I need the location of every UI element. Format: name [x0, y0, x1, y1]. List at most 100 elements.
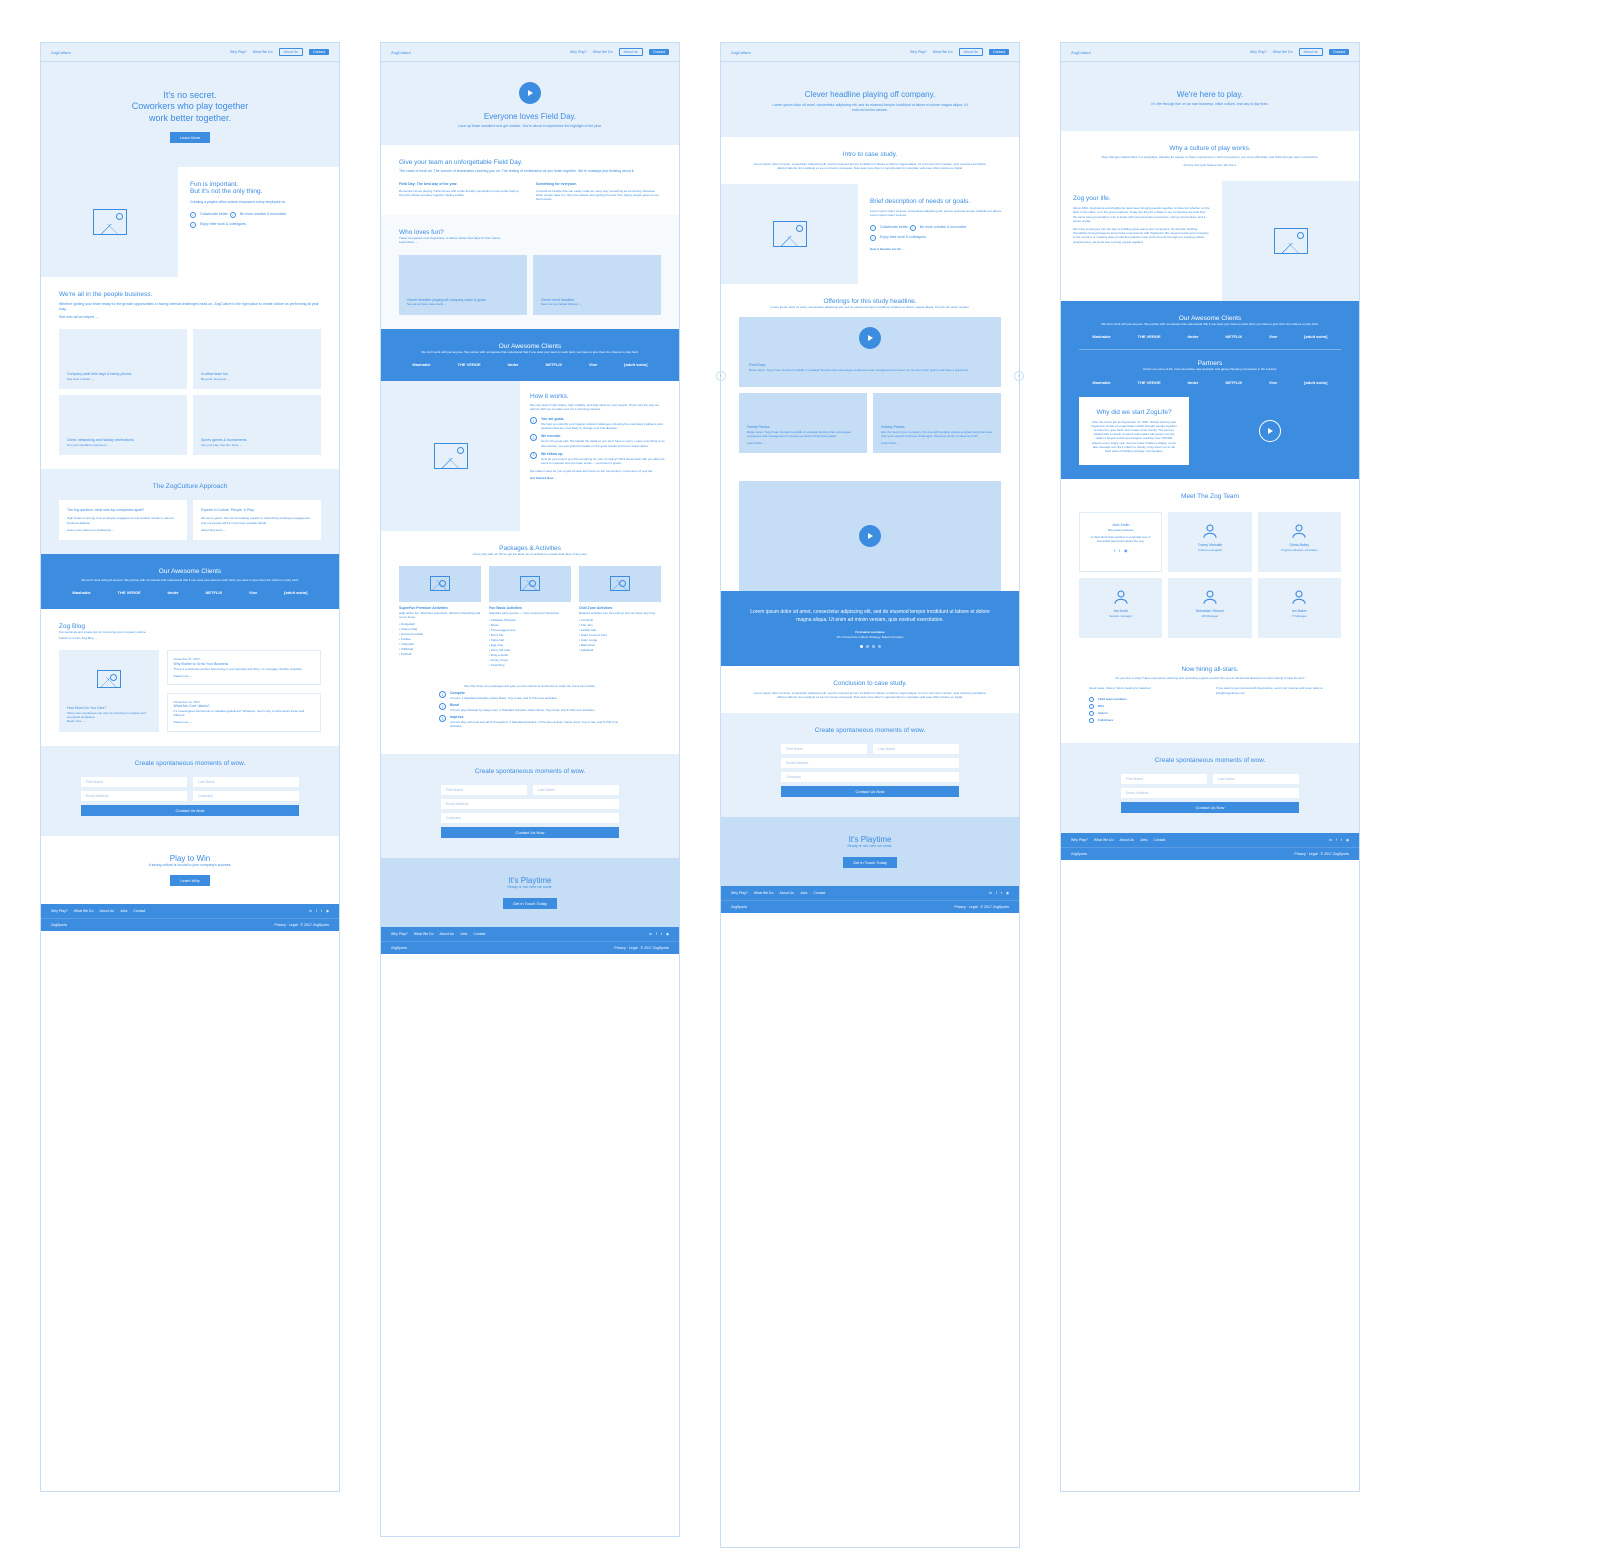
carousel-dots[interactable]: [745, 645, 995, 648]
instagram-icon[interactable]: ◉: [1124, 548, 1128, 553]
twitter-icon[interactable]: t: [321, 909, 322, 913]
company-input[interactable]: Company: [193, 791, 299, 801]
team-card[interactable]: Sebastian SkinnerHR Manager: [1168, 578, 1251, 638]
team-card[interactable]: Jan NorthService manager: [1079, 578, 1162, 638]
link[interactable]: Learn More →: [399, 240, 661, 244]
footer: Why Play?What We DoAbout UsJobsContact i…: [41, 904, 339, 931]
clients-section: Our Awesome Clients We don't work with j…: [381, 329, 679, 381]
facebook-icon[interactable]: f: [1336, 838, 1337, 842]
linkedin-icon[interactable]: in: [309, 909, 312, 913]
logo[interactable]: ZogCulture: [51, 50, 71, 55]
hero: We're here to play. It's the through lin…: [1061, 62, 1359, 131]
link[interactable]: About Zog team →: [201, 528, 313, 532]
video-player[interactable]: [739, 481, 1001, 591]
linkedin-icon[interactable]: in: [989, 891, 992, 895]
twitter-icon[interactable]: t: [661, 932, 662, 936]
service-card[interactable]: Sports games & tournaments.Get your play…: [193, 395, 321, 455]
company-input[interactable]: Company: [441, 813, 619, 823]
link[interactable]: Follow us on the Zog Blog →: [59, 636, 321, 640]
offering-card-large[interactable]: Field Days Relay races. Tug of war. Huma…: [739, 317, 1001, 387]
last-name-input[interactable]: Last Name: [873, 744, 959, 754]
instagram-icon[interactable]: ◉: [326, 909, 329, 913]
email-input[interactable]: Email Address: [1121, 788, 1299, 798]
link[interactable]: Learn more about our philosophy →: [67, 528, 179, 532]
submit-button[interactable]: Contact Us Now: [1121, 802, 1299, 813]
package-column: Chill Zone ActivitiesRelaxed activities …: [579, 566, 661, 668]
submit-button[interactable]: Contact Us Now: [781, 786, 959, 797]
link[interactable]: How it became too far →: [870, 247, 1007, 251]
top-nav: ZogCulture Why Play?What We DoAbout UsCo…: [1061, 43, 1359, 62]
page-home: ZogCulture Why Play? What We Do About Us…: [40, 42, 340, 1492]
nav-link[interactable]: What We Do: [253, 50, 273, 54]
instagram-icon[interactable]: ◉: [1346, 838, 1349, 842]
team-card[interactable]: Diana BaileyProgram director, education: [1258, 512, 1341, 572]
case-card[interactable]: Clever headline playing off company name…: [399, 255, 527, 315]
logo[interactable]: ZogCulture: [1071, 50, 1091, 55]
last-name-input[interactable]: Last Name: [1213, 774, 1299, 784]
case-card[interactable]: Clever short headline.See how we helped …: [533, 255, 661, 315]
first-name-input[interactable]: First Name: [81, 777, 187, 787]
email-input[interactable]: Email Address: [81, 791, 187, 801]
contact-button[interactable]: Contact: [309, 49, 329, 55]
image-placeholder: [399, 566, 481, 602]
link[interactable]: See who we've helped →: [59, 315, 321, 320]
carousel-next-icon[interactable]: ›: [1014, 371, 1024, 381]
nav-link[interactable]: Why Play?: [230, 50, 247, 54]
service-card[interactable]: Company-wide field days & family picnics…: [59, 329, 187, 389]
why-section: Why a culture of play works. Play change…: [1061, 131, 1359, 181]
play-icon[interactable]: [859, 525, 881, 547]
twitter-icon[interactable]: t: [1001, 891, 1002, 895]
logo[interactable]: ZogCulture: [391, 50, 411, 55]
offering-card[interactable]: Family Picnics.Relay races. Tug of war. …: [739, 393, 867, 453]
email-input[interactable]: Email Address: [441, 799, 619, 809]
playtime-cta: It's Playtime Ready or not, here we come…: [721, 817, 1019, 886]
nav-link[interactable]: About Us: [279, 48, 303, 56]
get-in-touch-button[interactable]: Get in Touch Today: [503, 898, 557, 909]
linkedin-icon[interactable]: in: [1329, 838, 1332, 842]
offerings-section: ‹ › Offerings for this study headline. L…: [721, 284, 1019, 467]
first-name-input[interactable]: First Name: [441, 785, 527, 795]
team-card[interactable]: Ian BakerIT Manager: [1258, 578, 1341, 638]
team-card[interactable]: Tracey MetcalfeCulture evangelist: [1168, 512, 1251, 572]
twitter-icon[interactable]: t: [1119, 548, 1120, 553]
play-icon[interactable]: [859, 327, 881, 349]
package-column: Fun Basic ActivitiesStandard party games…: [489, 566, 571, 668]
get-in-touch-button[interactable]: Get in Touch Today: [843, 857, 897, 868]
submit-button[interactable]: Contact Us Now: [441, 827, 619, 838]
people-section: We're all in the people business. Whethe…: [41, 277, 339, 470]
blog-section: Zog Blog Our learnings and simple tips f…: [41, 609, 339, 745]
linkedin-icon[interactable]: in: [649, 932, 652, 936]
step: 3We follow up.How do you know if you did…: [530, 452, 669, 465]
service-card[interactable]: Client, networking and holiday celebrati…: [59, 395, 187, 455]
blog-item[interactable]: November 27, 2017 Why Bother to Grow You…: [167, 650, 321, 684]
last-name-input[interactable]: Last Name: [533, 785, 619, 795]
play-icon[interactable]: [519, 82, 541, 104]
blog-item[interactable]: November 14, 2017 What Are Core Values? …: [167, 693, 321, 732]
top-nav: ZogCulture Why Play? What We Do About Us…: [41, 43, 339, 62]
logo[interactable]: ZogCulture: [731, 50, 751, 55]
fun-heading: Fun is important.: [190, 181, 327, 188]
learn-more-button[interactable]: Learn More: [170, 132, 210, 143]
play-icon[interactable]: [1259, 420, 1281, 442]
carousel-prev-icon[interactable]: ‹: [716, 371, 726, 381]
instagram-icon[interactable]: ◉: [1006, 891, 1009, 895]
facebook-icon[interactable]: f: [656, 932, 657, 936]
facebook-icon[interactable]: f: [1114, 548, 1115, 553]
last-name-input[interactable]: Last Name: [193, 777, 299, 787]
fun-heading: But it's not the only thing.: [190, 188, 327, 195]
offering-card[interactable]: Holiday Parties.Eat, the best of your co…: [873, 393, 1001, 453]
instagram-icon[interactable]: ◉: [666, 932, 669, 936]
blog-featured[interactable]: How Much Do You Care? Show your employee…: [59, 650, 159, 731]
first-name-input[interactable]: First Name: [1121, 774, 1207, 784]
testimonial: Lorem ipsum dolor sit amet, consectetur …: [721, 591, 1019, 665]
learn-why-button[interactable]: Learn Why: [170, 875, 209, 886]
first-name-input[interactable]: First Name: [781, 744, 867, 754]
facebook-icon[interactable]: f: [996, 891, 997, 895]
link[interactable]: Get Started Now →: [530, 476, 669, 480]
email-input[interactable]: Email Address: [781, 758, 959, 768]
twitter-icon[interactable]: t: [1341, 838, 1342, 842]
facebook-icon[interactable]: f: [316, 909, 317, 913]
submit-button[interactable]: Contact Us Now: [81, 805, 299, 816]
company-input[interactable]: Company: [781, 772, 959, 782]
service-card[interactable]: In-office team fun.Be good, feel good →: [193, 329, 321, 389]
